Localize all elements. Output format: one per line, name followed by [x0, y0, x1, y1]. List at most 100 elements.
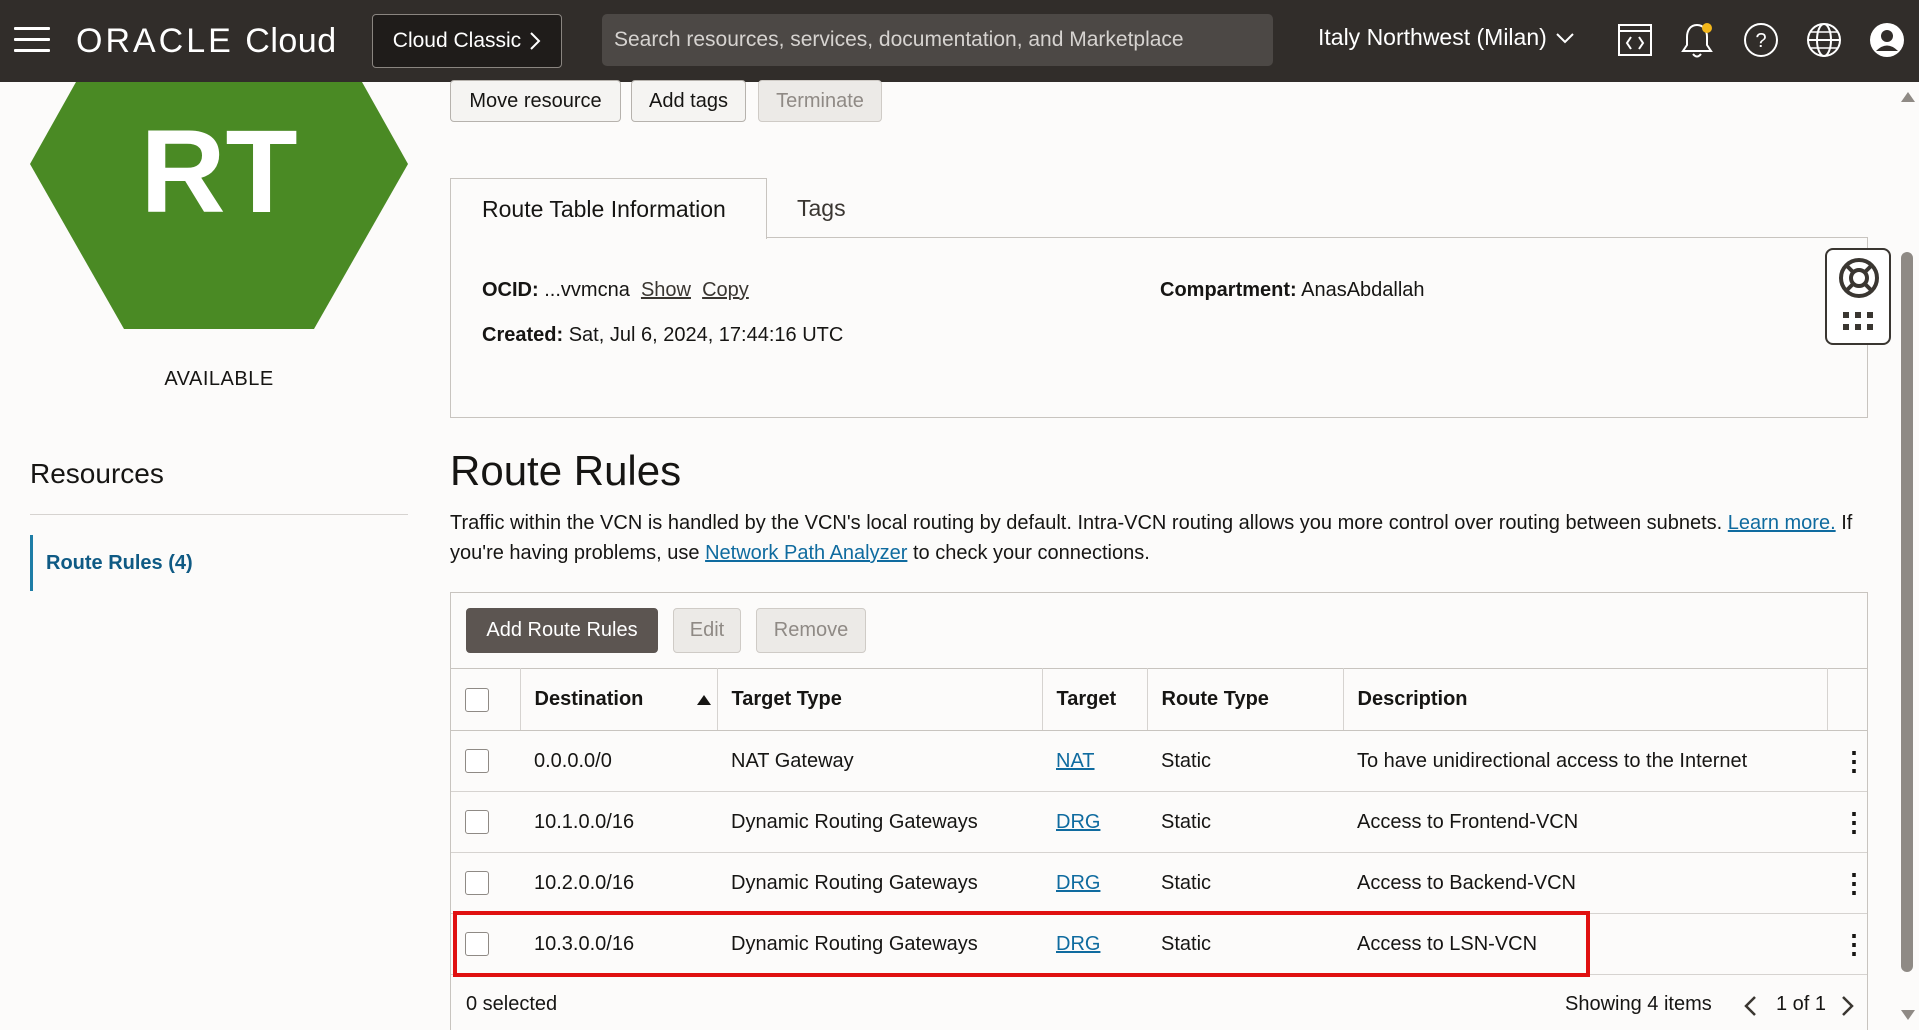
help-icon[interactable]: ?: [1741, 20, 1781, 60]
cell-target: DRG: [1042, 791, 1147, 853]
select-all-checkbox[interactable]: [465, 687, 489, 712]
code-editor-icon[interactable]: [1615, 20, 1655, 60]
search-bar[interactable]: [602, 14, 1273, 66]
column-description[interactable]: Description: [1343, 668, 1828, 731]
cell-destination: 10.1.0.0/16: [520, 791, 717, 853]
section-description: Traffic within the VCN is handled by the…: [450, 508, 1870, 568]
desc-text-3: to check your connections.: [912, 542, 1150, 564]
table-row: 10.2.0.0/16 Dynamic Routing Gateways DRG…: [451, 852, 1867, 914]
row-checkbox[interactable]: [465, 871, 489, 895]
row-select-cell: [451, 730, 520, 792]
scroll-down-icon[interactable]: [1901, 1010, 1915, 1020]
sort-asc-icon[interactable]: [696, 694, 711, 705]
help-widget[interactable]: [1825, 248, 1891, 345]
compartment-row: Compartment: AnasAbdallah: [1160, 279, 1425, 302]
user-icon[interactable]: [1867, 20, 1907, 60]
region-selector[interactable]: Italy Northwest (Milan): [1318, 24, 1575, 51]
kebab-icon[interactable]: ⋮: [1827, 730, 1867, 792]
cloud-classic-label: Cloud Classic: [392, 29, 522, 52]
resources-divider: [30, 514, 408, 515]
cloud-classic-button[interactable]: Cloud Classic: [372, 14, 562, 68]
target-link[interactable]: DRG: [1056, 811, 1100, 833]
column-destination[interactable]: Destination: [520, 668, 718, 731]
chevron-down-icon: [1556, 32, 1574, 43]
top-bar: ORACLE Cloud Cloud Classic Italy Northwe…: [0, 0, 1919, 82]
cell-route-type: Static: [1147, 852, 1343, 914]
chevron-right-icon: [530, 32, 541, 50]
menu-icon[interactable]: [14, 27, 50, 53]
bell-icon[interactable]: [1677, 20, 1717, 60]
row-checkbox[interactable]: [465, 810, 489, 834]
learn-more-link[interactable]: Learn more.: [1728, 512, 1836, 534]
chevron-left-icon[interactable]: [1743, 995, 1757, 1017]
resources-title: Resources: [30, 458, 164, 489]
ocid-row: OCID: ...vvmcna Show Copy: [482, 279, 749, 302]
kebab-icon[interactable]: ⋮: [1827, 913, 1867, 975]
cell-destination: 10.2.0.0/16: [520, 852, 717, 914]
ocid-value: ...vvmcna: [544, 279, 630, 301]
tab-tags[interactable]: Tags: [797, 178, 846, 238]
kebab-icon[interactable]: ⋮: [1827, 852, 1867, 914]
tab-route-table-information[interactable]: Route Table Information: [450, 178, 767, 239]
lifebuoy-icon: [1839, 258, 1879, 298]
ocid-copy-link[interactable]: Copy: [702, 279, 749, 301]
chevron-right-icon[interactable]: [1841, 995, 1855, 1017]
column-destination-label: Destination: [534, 688, 644, 710]
row-checkbox[interactable]: [465, 749, 489, 773]
brand-cloud: Cloud: [245, 22, 337, 60]
info-panel: OCID: ...vvmcna Show Copy Created: Sat, …: [450, 237, 1868, 418]
cell-target: NAT: [1042, 730, 1147, 792]
add-route-rules-button[interactable]: Add Route Rules: [466, 608, 658, 653]
route-table-badge: RT: [30, 82, 408, 329]
brand-oracle: ORACLE: [76, 22, 234, 60]
row-select-cell: [451, 852, 520, 914]
created-label: Created:: [482, 324, 564, 346]
ocid-show-link[interactable]: Show: [641, 279, 691, 301]
selected-count: 0 selected: [466, 993, 558, 1015]
search-input[interactable]: [614, 28, 1273, 52]
section-title: Route Rules: [450, 447, 682, 494]
kebab-icon[interactable]: ⋮: [1827, 791, 1867, 853]
target-link[interactable]: NAT: [1056, 750, 1095, 772]
edit-button[interactable]: Edit: [673, 608, 741, 653]
route-rules-table: Destination Target Type Target Route Typ…: [451, 668, 1867, 975]
cell-description: Access to Frontend-VCN: [1343, 791, 1827, 853]
move-resource-button[interactable]: Move resource: [450, 80, 621, 122]
page-indicator: 1 of 1: [1776, 993, 1827, 1015]
scrollbar-thumb[interactable]: [1901, 252, 1913, 972]
cell-route-type: Static: [1147, 730, 1343, 792]
column-target-type[interactable]: Target Type: [717, 668, 1043, 731]
add-tags-button[interactable]: Add tags: [631, 80, 746, 122]
target-link[interactable]: DRG: [1056, 872, 1100, 894]
grid-icon: [1843, 312, 1873, 330]
status-label: AVAILABLE: [164, 368, 274, 390]
table-row: 10.3.0.0/16 Dynamic Routing Gateways DRG…: [451, 913, 1867, 975]
cell-route-type: Static: [1147, 913, 1343, 975]
table-row: 10.1.0.0/16 Dynamic Routing Gateways DRG…: [451, 791, 1867, 853]
oracle-cloud-logo[interactable]: ORACLE Cloud: [76, 22, 337, 61]
cell-target: DRG: [1042, 852, 1147, 914]
cell-route-type: Static: [1147, 791, 1343, 853]
cell-description: Access to LSN-VCN: [1343, 913, 1827, 975]
network-path-analyzer-link[interactable]: Network Path Analyzer: [705, 542, 907, 564]
cell-target-type: Dynamic Routing Gateways: [717, 852, 1042, 914]
cell-target-type: Dynamic Routing Gateways: [717, 791, 1042, 853]
page-scrollbar[interactable]: [1897, 82, 1919, 1030]
scroll-up-icon[interactable]: [1901, 92, 1915, 102]
column-route-type[interactable]: Route Type: [1147, 668, 1344, 731]
row-checkbox[interactable]: [465, 932, 489, 956]
row-select-cell: [451, 913, 520, 975]
terminate-button[interactable]: Terminate: [758, 80, 882, 122]
target-link[interactable]: DRG: [1056, 933, 1100, 955]
cell-description: Access to Backend-VCN: [1343, 852, 1827, 914]
globe-icon[interactable]: [1804, 20, 1844, 60]
route-rules-table-panel: Add Route Rules Edit Remove Destination …: [450, 592, 1868, 1030]
sidebar-item-route-rules[interactable]: Route Rules (4): [30, 535, 330, 591]
cell-target-type: Dynamic Routing Gateways: [717, 913, 1042, 975]
cell-target-type: NAT Gateway: [717, 730, 1042, 792]
column-target[interactable]: Target: [1042, 668, 1148, 731]
sidebar-item-label: Route Rules (4): [46, 551, 193, 574]
table-toolbar: Add Route Rules Edit Remove: [451, 593, 1867, 669]
cell-destination: 0.0.0.0/0: [520, 730, 717, 792]
remove-button[interactable]: Remove: [756, 608, 866, 653]
